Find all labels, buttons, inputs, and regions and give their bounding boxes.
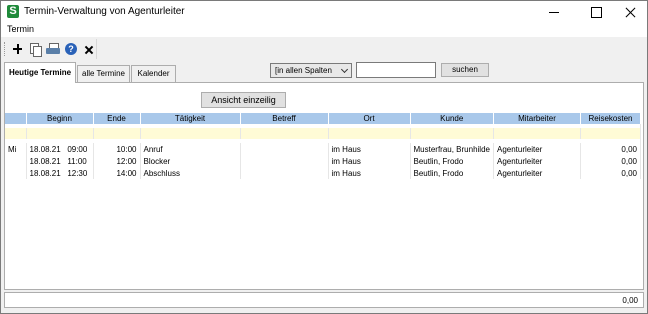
filter-row[interactable] [5,128,641,139]
cell-ort: im Haus [328,143,411,155]
column-filter-value: [in allen Spalten [275,66,332,75]
cell-mitarbeiter: Agenturleiter [493,143,581,155]
menu-bar: Termin [1,23,647,37]
cell-reisekosten: 0,00 [580,167,641,179]
tab-heutige-termine[interactable]: Heutige Termine [4,62,76,83]
cell-ende: 12:00 [93,155,141,167]
cell-mitarbeiter: Agenturleiter [493,167,581,179]
cell-beginn: 18.08.21 09:00 [26,143,94,155]
cell-kunde: Musterfrau, Brunhilde [410,143,494,155]
minimize-button[interactable] [537,1,571,23]
app-logo-icon: S [7,5,19,18]
maximize-button[interactable] [579,1,613,23]
total-costs: 0,00 [622,296,638,305]
cell-taetigkeit: Abschluss [140,167,241,179]
help-icon[interactable]: ? [63,41,79,57]
cell-day: Mi [5,143,27,155]
help-glyph: ? [65,43,77,55]
cell-ort: im Haus [328,155,411,167]
cell-day [5,155,27,167]
tab-alle-termine[interactable]: alle Termine [77,65,130,82]
cell-beginn: 18.08.21 11:00 [26,155,94,167]
cell-mitarbeiter: Agenturleiter [493,155,581,167]
delete-icon[interactable] [81,41,97,57]
cell-betreff [240,155,329,167]
table-row[interactable]: 18.08.21 12:30 14:00 Abschluss im Haus B… [5,167,641,179]
table-row[interactable]: Mi 18.08.21 09:00 10:00 Anruf im Haus Mu… [5,143,641,155]
column-header-reisekosten[interactable]: Reisekosten [580,113,641,124]
search-input[interactable] [356,62,436,78]
add-icon[interactable] [10,41,26,57]
table-row[interactable]: 18.08.21 11:00 12:00 Blocker im Haus Beu… [5,155,641,167]
print-icon[interactable] [45,41,61,57]
cell-ende: 10:00 [93,143,141,155]
tab-kalender[interactable]: Kalender [131,65,176,82]
copy-icon[interactable] [27,41,43,57]
column-filter-select[interactable]: [in allen Spalten [270,63,352,78]
title-bar[interactable]: S Termin-Verwaltung von Agenturleiter [1,1,647,23]
close-window-button[interactable] [613,1,647,23]
column-header-beginn[interactable]: Beginn [26,113,94,124]
toolbar: ? [3,39,97,59]
cell-taetigkeit: Anruf [140,143,241,155]
app-window: S Termin-Verwaltung von Agenturleiter Te… [0,0,648,314]
column-header-ende[interactable]: Ende [93,113,141,124]
appointments-table: Beginn Ende Tätigkeit Betreff Ort Kunde … [5,113,641,179]
cell-kunde: Beutlin, Frodo [410,167,494,179]
cell-betreff [240,167,329,179]
menu-termin[interactable]: Termin [7,24,34,34]
cell-taetigkeit: Blocker [140,155,241,167]
column-header-ort[interactable]: Ort [328,113,411,124]
column-header-taetigkeit[interactable]: Tätigkeit [140,113,241,124]
window-title: Termin-Verwaltung von Agenturleiter [24,6,185,17]
search-button[interactable]: suchen [441,63,489,77]
column-header-day[interactable] [5,113,27,124]
cell-betreff [240,143,329,155]
cell-ende: 14:00 [93,167,141,179]
column-header-betreff[interactable]: Betreff [240,113,329,124]
chevron-down-icon [340,65,349,74]
cell-day [5,167,27,179]
single-line-view-button[interactable]: Ansicht einzeilig [201,92,286,108]
cell-reisekosten: 0,00 [580,143,641,155]
column-header-mitarbeiter[interactable]: Mitarbeiter [493,113,581,124]
cell-ort: im Haus [328,167,411,179]
status-bar: 0,00 [4,292,644,308]
cell-beginn: 18.08.21 12:30 [26,167,94,179]
column-header-kunde[interactable]: Kunde [410,113,494,124]
cell-kunde: Beutlin, Frodo [410,155,494,167]
cell-reisekosten: 0,00 [580,155,641,167]
